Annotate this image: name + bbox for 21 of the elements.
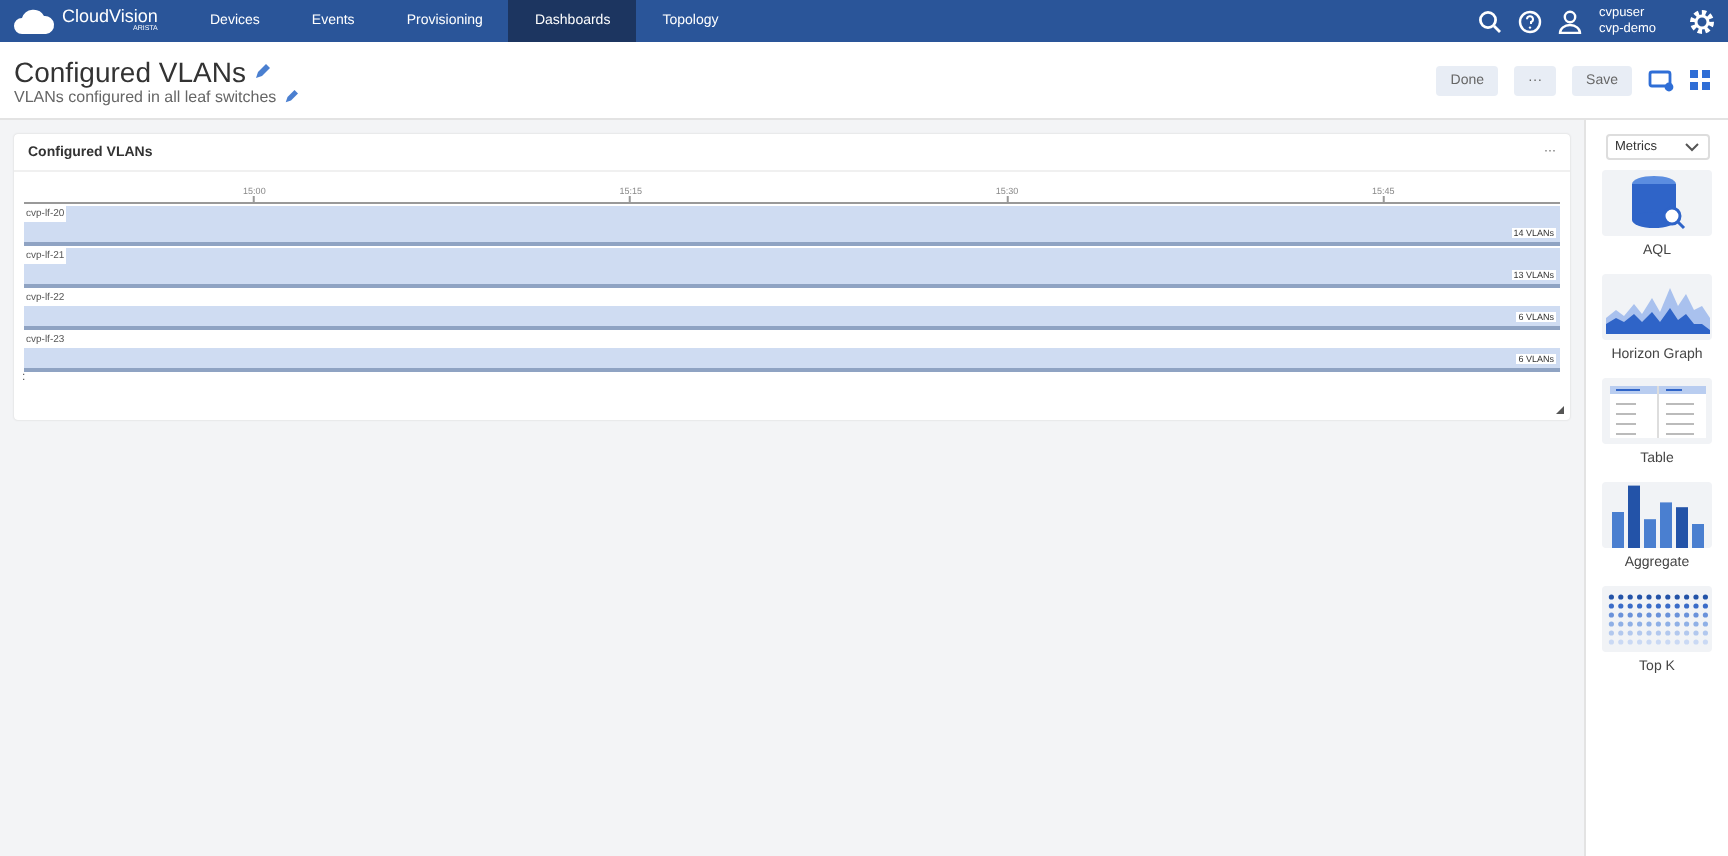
search-icon[interactable]: [1478, 9, 1503, 33]
user-icon[interactable]: [1558, 9, 1583, 33]
bar-chart-icon: [1609, 483, 1705, 547]
fullscreen-icon[interactable]: [1690, 70, 1710, 90]
monitor-icon[interactable]: [1648, 69, 1674, 91]
widget-thumbnail[interactable]: [1602, 170, 1712, 236]
database-icon: [1629, 173, 1685, 233]
widget-thumbnail[interactable]: [1602, 378, 1712, 444]
table-icon: [1609, 385, 1705, 437]
cloud-logo-icon: [12, 7, 56, 35]
resize-handle-icon[interactable]: [1556, 406, 1564, 414]
settings-icon[interactable]: [1688, 7, 1716, 35]
dot-grid-icon: [1605, 591, 1709, 647]
chevron-icon: [1683, 142, 1699, 152]
widget-thumbnail[interactable]: [1602, 482, 1712, 548]
widget-thumbnail[interactable]: [1602, 274, 1712, 340]
dashboard-subtitle: VLANs configured in all leaf switches: [14, 87, 277, 105]
brand-name: CloudVision: [62, 8, 158, 27]
help-icon[interactable]: [1518, 9, 1543, 33]
widget-thumbnail[interactable]: [1602, 586, 1712, 652]
dashboard-title: Configured VLANs: [14, 55, 246, 87]
